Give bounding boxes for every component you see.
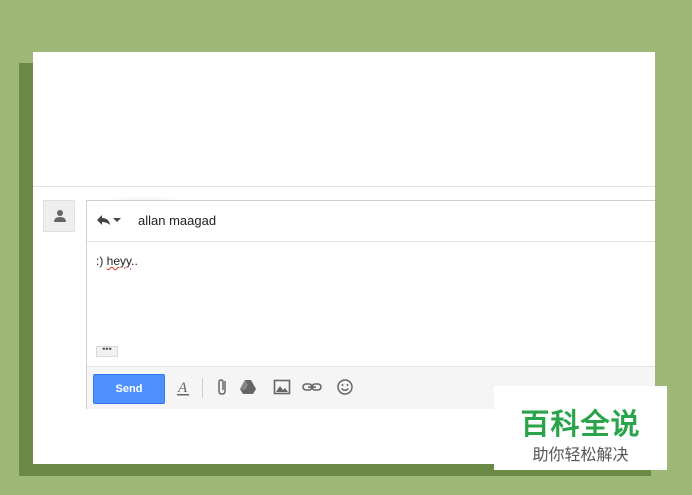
- reply-compose-box: allan maagad :) heyy.. ••• Send A: [86, 200, 655, 409]
- drive-icon[interactable]: [239, 377, 257, 397]
- svg-text:A: A: [177, 380, 188, 396]
- watermark-subtitle: 助你轻松解决: [532, 447, 629, 464]
- reply-icon[interactable]: [96, 214, 112, 226]
- send-button[interactable]: Send: [93, 374, 165, 404]
- image-icon[interactable]: [273, 377, 291, 397]
- misspelled-word: heyy: [106, 254, 132, 268]
- show-trimmed-content-button[interactable]: •••: [96, 345, 118, 357]
- watermark-title: 百科全说: [520, 409, 641, 441]
- emoji-icon[interactable]: [336, 377, 354, 397]
- person-icon: [54, 210, 66, 222]
- attach-icon[interactable]: [215, 377, 231, 397]
- format-text-icon[interactable]: A: [175, 377, 191, 397]
- recipient-name[interactable]: allan maagad: [138, 213, 216, 228]
- chevron-down-icon[interactable]: [113, 218, 121, 222]
- divider: [33, 186, 655, 187]
- toolbar-separator: [202, 378, 203, 398]
- reply-header: allan maagad: [87, 201, 655, 242]
- link-icon[interactable]: [302, 377, 322, 397]
- body-suffix: ..: [131, 254, 138, 268]
- avatar: [43, 200, 75, 232]
- body-prefix: :): [96, 254, 107, 268]
- watermark-badge: 百科全说 助你轻松解决: [494, 386, 667, 470]
- message-body[interactable]: :) heyy..: [96, 254, 138, 268]
